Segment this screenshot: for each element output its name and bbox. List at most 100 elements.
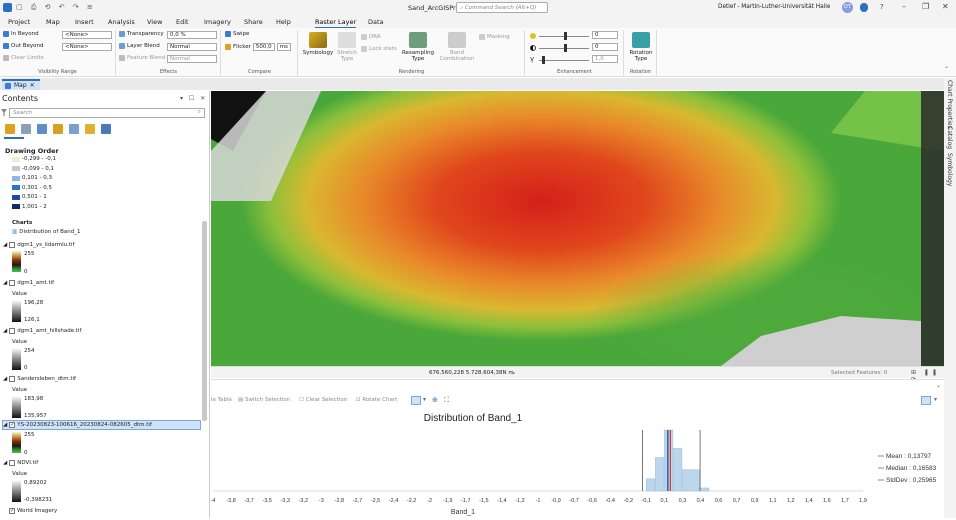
- tab-help[interactable]: Help: [276, 18, 291, 26]
- symbology-button[interactable]: Symbology: [302, 32, 334, 56]
- legend-class-row[interactable]: 0,301 - 0,5: [12, 185, 52, 191]
- gamma-input[interactable]: 1,0: [592, 55, 618, 63]
- layer-blend-control[interactable]: Layer Blend: [119, 43, 160, 49]
- list-by-labeling-icon[interactable]: [85, 124, 95, 134]
- switch-selection-button[interactable]: ▤ Switch Selection: [238, 397, 290, 403]
- restore-icon[interactable]: ❐: [922, 2, 929, 11]
- contents-scrollbar[interactable]: [202, 221, 207, 421]
- legend-class-row[interactable]: 1,001 - 2: [12, 204, 47, 210]
- histogram-chart[interactable]: Distribution of Band_1 -4 -3,8 -3,7 -3,5 -3,3…: [211, 408, 944, 518]
- layer-visibility-checkbox[interactable]: ✓: [9, 508, 15, 514]
- list-by-source-icon[interactable]: [21, 124, 31, 134]
- tab-edit[interactable]: Edit: [176, 18, 189, 26]
- feature-blend-select[interactable]: Normal: [167, 55, 217, 63]
- list-by-snapping-icon[interactable]: [69, 124, 79, 134]
- symbology-tab[interactable]: Symbology: [946, 153, 953, 186]
- tab-share[interactable]: Share: [244, 18, 263, 26]
- clear-limits-button[interactable]: Clear Limits: [3, 55, 44, 61]
- rotation-type-button[interactable]: Rotation Type: [627, 32, 655, 62]
- layer-row[interactable]: ◢ dgm1_amt_hillshade.tif: [3, 328, 82, 334]
- brightness-thumb[interactable]: [564, 32, 567, 40]
- collapse-ribbon-icon[interactable]: ⌃: [944, 66, 949, 73]
- help-icon[interactable]: ?: [880, 3, 884, 11]
- select-dropdown-icon[interactable]: ▾: [423, 396, 426, 403]
- zoom-icon[interactable]: ⊕: [432, 396, 438, 404]
- rotate-chart-button[interactable]: ⊡ Rotate Chart: [356, 397, 397, 403]
- gamma-thumb[interactable]: [542, 56, 545, 64]
- notification-icon[interactable]: [860, 3, 868, 12]
- collapse-icon[interactable]: ⌄: [936, 382, 941, 389]
- full-extent-icon[interactable]: ⛶: [444, 396, 449, 405]
- pane-controls[interactable]: ▾ ☐ ✕: [180, 95, 207, 102]
- brightness-input[interactable]: 0: [592, 31, 618, 39]
- contrast-input[interactable]: 0: [592, 43, 618, 51]
- list-by-drawing-order-icon[interactable]: [5, 124, 15, 134]
- layer-visibility-checkbox[interactable]: [9, 328, 16, 334]
- select-tool-icon[interactable]: [411, 396, 421, 405]
- command-search-input[interactable]: ⌕ Command Search (Alt+Q): [456, 2, 548, 13]
- flicker-control[interactable]: Flicker 500,0 ms: [225, 43, 291, 51]
- band-combination-button[interactable]: Band Combination: [437, 32, 477, 62]
- show-table-button[interactable]: le Table: [211, 397, 232, 403]
- gamma-slider[interactable]: [539, 60, 589, 61]
- minimize-icon[interactable]: –: [902, 2, 906, 11]
- tab-map-view[interactable]: Map ✕: [2, 79, 40, 90]
- feature-blend-control[interactable]: Feature Blend: [119, 55, 165, 61]
- expand-icon[interactable]: ◢: [3, 460, 7, 466]
- filter-icon[interactable]: [1, 109, 7, 116]
- resampling-type-button[interactable]: Resampling Type: [401, 32, 435, 62]
- units-dropdown-icon[interactable]: ⌄: [511, 369, 516, 376]
- in-beyond-select[interactable]: <None>: [62, 31, 112, 39]
- layer-row[interactable]: ◢ Sandersleben_dtm.tif: [3, 376, 76, 382]
- swipe-button[interactable]: Swipe: [225, 31, 249, 37]
- stretch-type-button[interactable]: Stretch Type: [335, 32, 359, 62]
- chart-properties-icon[interactable]: [921, 396, 931, 405]
- layer-visibility-checkbox[interactable]: [9, 376, 16, 382]
- dra-toggle[interactable]: DRA: [361, 34, 381, 40]
- chart-properties-tab[interactable]: Chart Properties: [946, 80, 953, 129]
- expand-icon[interactable]: ◢: [3, 280, 7, 286]
- layer-row-selected[interactable]: ◢ ✓ YS-20230823-100616_20230824-082605_dtm…: [3, 422, 152, 428]
- list-by-editing-icon[interactable]: [53, 124, 63, 134]
- legend-class-row[interactable]: 0,501 - 1: [12, 194, 47, 200]
- clear-selection-button[interactable]: ☐ Clear Selection: [299, 397, 347, 403]
- tab-map[interactable]: Map: [46, 18, 60, 26]
- expand-icon[interactable]: ◢: [3, 328, 7, 334]
- contents-search-input[interactable]: Search ⌕: [9, 108, 205, 118]
- expand-icon[interactable]: ◢: [3, 242, 7, 248]
- layer-row[interactable]: ◢ NDVI.tif: [3, 460, 38, 466]
- layer-visibility-checkbox[interactable]: [9, 280, 16, 286]
- catalog-tab[interactable]: Catalog: [946, 126, 953, 149]
- masking-button[interactable]: Masking: [479, 34, 510, 40]
- layer-row[interactable]: ✓ World Imagery: [9, 508, 57, 514]
- list-by-selection-icon[interactable]: [37, 124, 47, 134]
- flicker-unit[interactable]: ms: [276, 43, 291, 51]
- legend-class-row[interactable]: -0,299 - -0,1: [12, 156, 56, 162]
- close-icon[interactable]: ✕: [942, 2, 949, 11]
- expand-icon[interactable]: ◢: [3, 376, 7, 382]
- flicker-input[interactable]: 500,0: [252, 43, 275, 51]
- layer-row[interactable]: ◢ dgm1_amt.tif: [3, 280, 54, 286]
- tab-view[interactable]: View: [147, 18, 162, 26]
- contrast-thumb[interactable]: [564, 44, 567, 52]
- tab-insert[interactable]: Insert: [75, 18, 94, 26]
- out-beyond-select[interactable]: <None>: [62, 43, 112, 51]
- transparency-control[interactable]: Transparency: [119, 31, 164, 37]
- legend-class-row[interactable]: 0,101 - 0,3: [12, 175, 52, 181]
- close-tab-icon[interactable]: ✕: [30, 82, 35, 89]
- chart-menu-icon[interactable]: ▾: [934, 396, 937, 403]
- expand-icon[interactable]: ◢: [3, 422, 7, 428]
- layer-row[interactable]: ◢ dgm1_ys_lidarmlu.tif: [3, 242, 75, 248]
- list-by-perspective-icon[interactable]: [101, 124, 111, 134]
- tab-project[interactable]: Project: [8, 18, 30, 26]
- out-beyond-button[interactable]: Out Beyond: [3, 43, 43, 49]
- legend-class-row[interactable]: -0,099 - 0,1: [12, 166, 54, 172]
- map-view[interactable]: [211, 91, 944, 366]
- transparency-input[interactable]: 0,0 %: [167, 31, 217, 39]
- layer-blend-select[interactable]: Normal: [167, 43, 217, 51]
- layer-visibility-checkbox[interactable]: [9, 460, 16, 466]
- lock-stats-toggle[interactable]: Lock stats: [361, 46, 397, 52]
- chart-item[interactable]: ▥ Distribution of Band_1: [12, 229, 80, 235]
- avatar[interactable]: DT: [842, 2, 853, 13]
- layer-visibility-checkbox[interactable]: ✓: [9, 422, 16, 428]
